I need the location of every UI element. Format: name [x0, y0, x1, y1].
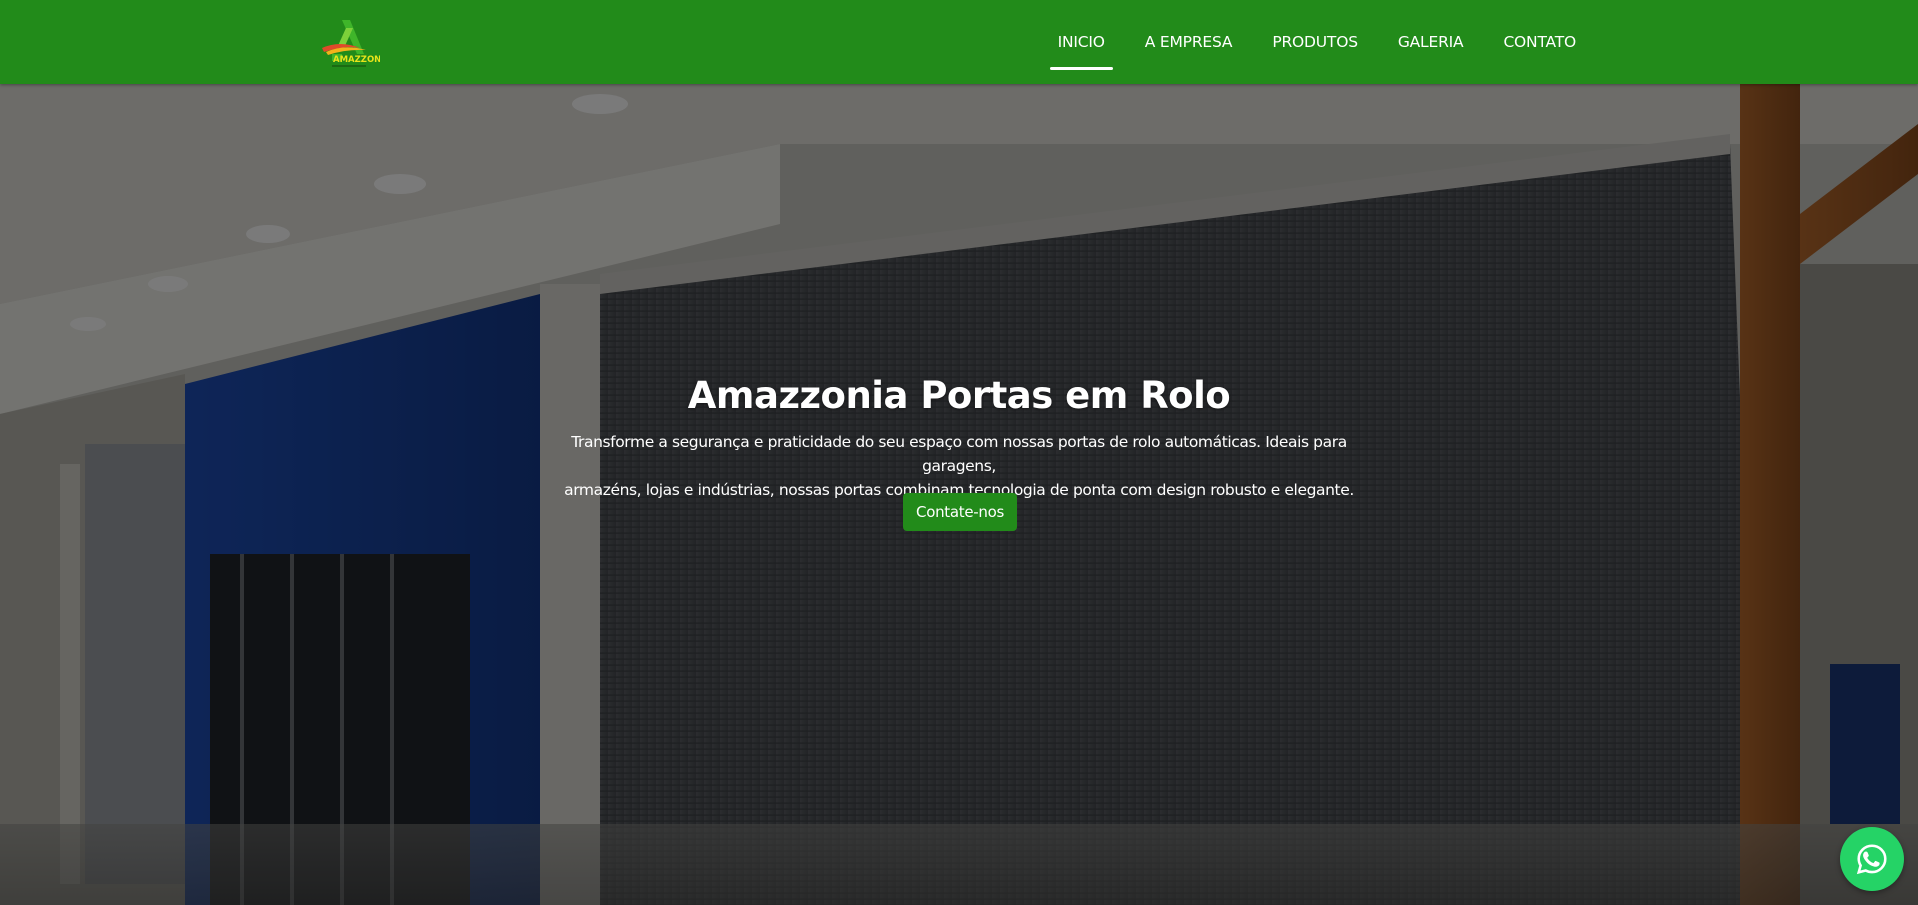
nav-link-galeria[interactable]: GALERIA — [1390, 25, 1472, 59]
nav-link-empresa[interactable]: A EMPRESA — [1137, 25, 1241, 59]
hero-description: Transforme a segurança e praticidade do … — [549, 430, 1369, 502]
hero-content: Amazzonia Portas em Rolo Transforme a se… — [0, 84, 1918, 905]
amazzonia-logo-icon: AMAZZONIA — [322, 20, 380, 67]
nav-item-contato: CONTATO — [1495, 25, 1584, 59]
hero-section: Amazzonia Portas em Rolo Transforme a se… — [0, 84, 1918, 905]
nav-item-galeria: GALERIA — [1390, 25, 1472, 59]
hero-title: Amazzonia Portas em Rolo — [687, 374, 1231, 417]
site-header: AMAZZONIA INICIO A EMPRESA PRODUTOS GALE… — [0, 0, 1918, 84]
nav-item-inicio: INICIO — [1050, 25, 1113, 59]
whatsapp-icon — [1856, 844, 1887, 875]
nav-link-contato[interactable]: CONTATO — [1495, 25, 1584, 59]
nav-link-produtos[interactable]: PRODUTOS — [1264, 25, 1366, 59]
hero-description-line-1: Transforme a segurança e praticidade do … — [571, 433, 1347, 475]
main-nav: INICIO A EMPRESA PRODUTOS GALERIA CONTAT… — [1026, 0, 1584, 84]
nav-item-empresa: A EMPRESA — [1137, 25, 1241, 59]
svg-text:AMAZZONIA: AMAZZONIA — [333, 55, 380, 65]
nav-link-inicio[interactable]: INICIO — [1050, 25, 1113, 59]
nav-item-produtos: PRODUTOS — [1264, 25, 1366, 59]
contact-us-button[interactable]: Contate-nos — [903, 493, 1017, 531]
company-logo[interactable]: AMAZZONIA — [320, 18, 380, 72]
whatsapp-floating-button[interactable] — [1840, 827, 1904, 891]
